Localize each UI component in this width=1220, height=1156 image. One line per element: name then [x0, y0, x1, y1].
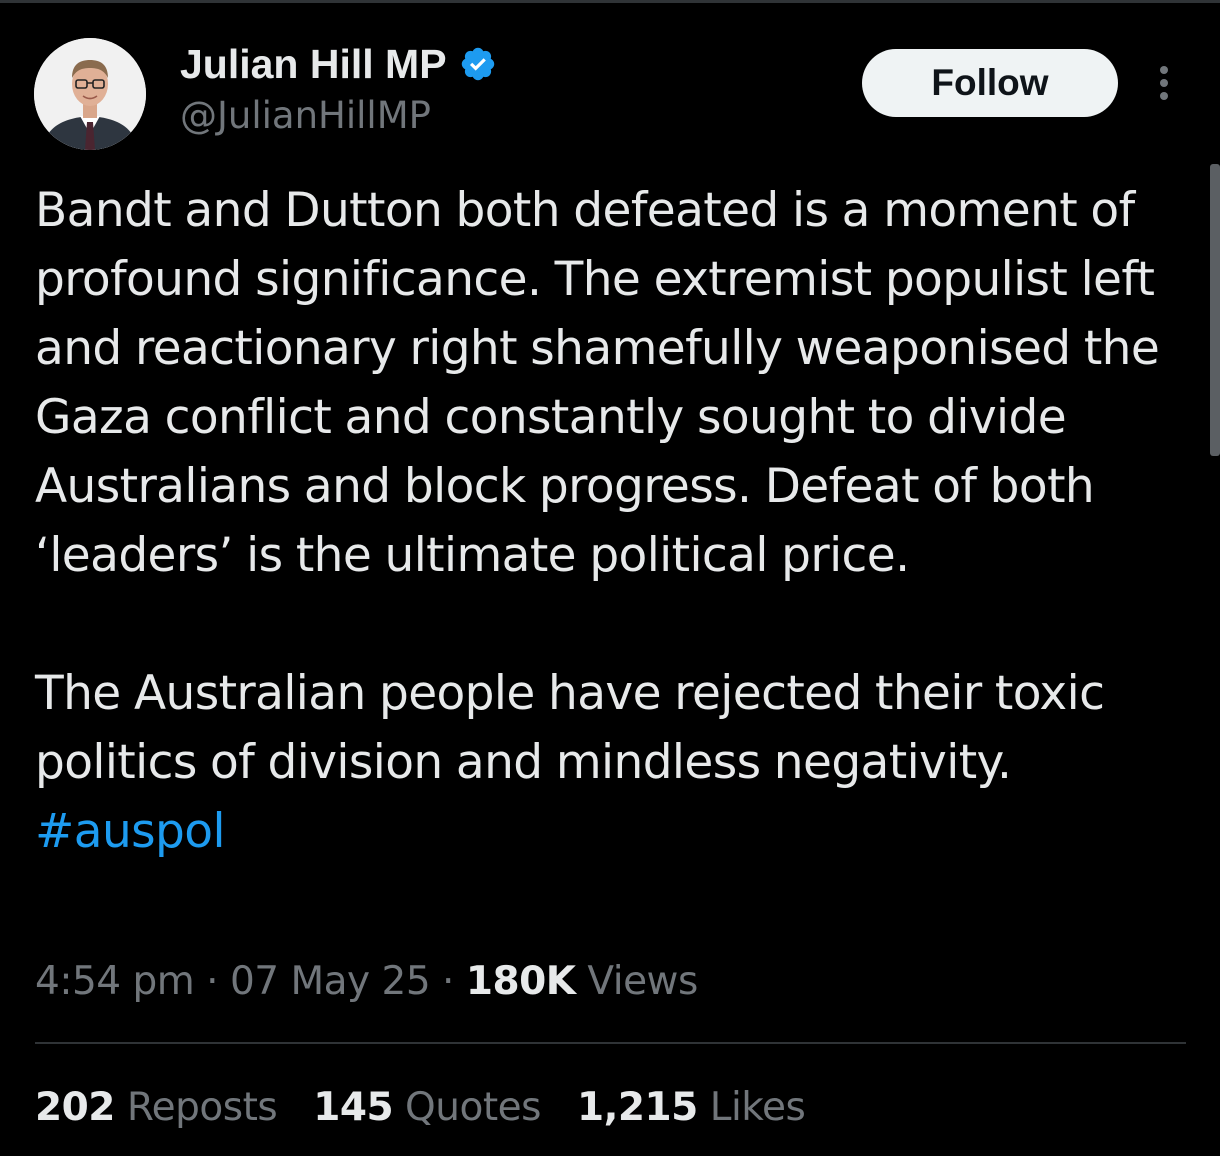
- hashtag-link[interactable]: #auspol: [35, 804, 226, 859]
- tweet-meta: 4:54 pm · 07 May 25 · 180K Views: [35, 952, 698, 1012]
- author-handle[interactable]: @JulianHillMP: [180, 92, 431, 140]
- reposts-stat[interactable]: 202 Reposts: [35, 1078, 278, 1138]
- verified-badge-icon: [461, 47, 494, 81]
- likes-count: 1,215: [576, 1085, 698, 1130]
- tweet-time[interactable]: 4:54 pm: [35, 959, 195, 1004]
- likes-stat[interactable]: 1,215 Likes: [576, 1078, 806, 1138]
- meta-separator: ·: [206, 959, 219, 1004]
- top-border: [0, 0, 1220, 3]
- more-options-icon[interactable]: [1150, 64, 1178, 102]
- likes-label: Likes: [709, 1085, 806, 1130]
- engagement-stats: 202 Reposts 145 Quotes 1,215 Likes: [35, 1078, 806, 1138]
- reposts-label: Reposts: [126, 1085, 278, 1130]
- views-label: Views: [587, 959, 698, 1004]
- quotes-label: Quotes: [405, 1085, 541, 1130]
- tweet-paragraph-2: The Australian people have rejected thei…: [35, 666, 1105, 790]
- quotes-stat[interactable]: 145 Quotes: [313, 1078, 541, 1138]
- meta-separator: ·: [442, 959, 454, 1004]
- follow-button[interactable]: Follow: [862, 49, 1118, 117]
- views-count: 180K: [465, 959, 576, 1004]
- profile-photo-icon: [34, 38, 146, 150]
- author-display-name[interactable]: Julian Hill MP: [180, 38, 447, 90]
- reposts-count: 202: [35, 1085, 115, 1130]
- scrollbar[interactable]: [1210, 164, 1220, 456]
- tweet-paragraph-1: Bandt and Dutton both defeated is a mome…: [35, 183, 1160, 583]
- avatar[interactable]: [34, 38, 146, 150]
- author-name-row[interactable]: Julian Hill MP: [180, 38, 497, 90]
- tweet-body: Bandt and Dutton both defeated is a mome…: [35, 176, 1185, 866]
- tweet-date[interactable]: 07 May 25: [230, 959, 431, 1004]
- divider: [35, 1042, 1186, 1044]
- quotes-count: 145: [313, 1085, 394, 1130]
